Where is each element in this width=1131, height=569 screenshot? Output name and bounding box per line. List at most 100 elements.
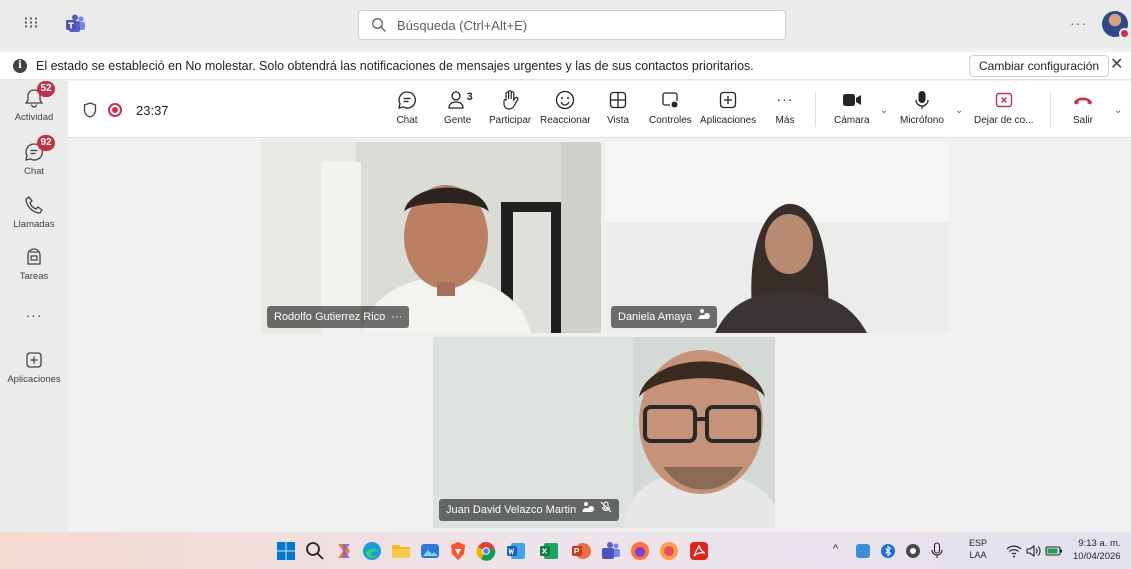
more-actions-button[interactable]: ··· Más xyxy=(774,89,796,126)
rail-item-activity[interactable]: 52 Actividad xyxy=(0,81,68,123)
microphone-button[interactable]: Micrófono xyxy=(900,89,944,126)
camera-button[interactable]: Cámara xyxy=(834,89,870,126)
rail-item-tasks[interactable]: Tareas xyxy=(0,246,68,282)
camera-label: Cámara xyxy=(834,115,870,126)
brave-browser-icon[interactable] xyxy=(447,540,469,562)
close-icon[interactable]: ✕ xyxy=(1110,57,1123,73)
controls-icon xyxy=(659,89,681,111)
tray-app-icon[interactable] xyxy=(855,543,871,559)
apps-button[interactable]: Aplicaciones xyxy=(700,89,756,126)
participant-nameplate: Daniela Amaya xyxy=(611,306,717,328)
apps-label: Aplicaciones xyxy=(700,115,757,126)
leave-button[interactable]: Salir xyxy=(1072,89,1094,126)
more-options-icon[interactable]: ··· xyxy=(391,306,402,328)
hand-icon xyxy=(499,89,521,111)
photos-icon[interactable] xyxy=(419,540,441,562)
raise-hand-button[interactable]: Participar xyxy=(489,89,531,126)
rail-item-calls[interactable]: Llamadas xyxy=(0,194,68,230)
view-button[interactable]: Vista xyxy=(607,89,629,126)
rail-more-button[interactable]: ··· xyxy=(0,307,68,323)
smiley-icon xyxy=(554,89,576,111)
excel-icon[interactable] xyxy=(538,540,560,562)
powerpoint-icon[interactable] xyxy=(570,540,592,562)
teams-logo-icon xyxy=(66,14,85,32)
grid-view-icon xyxy=(607,89,629,111)
camera-options-chevron-icon[interactable]: ⌄ xyxy=(880,105,888,116)
bell-icon: 52 xyxy=(23,81,55,109)
hang-up-icon xyxy=(1072,89,1094,111)
microphone-in-use-icon[interactable] xyxy=(929,542,945,560)
acrobat-icon[interactable] xyxy=(688,540,710,562)
bluetooth-icon[interactable] xyxy=(880,543,896,559)
rail-label-calls: Llamadas xyxy=(13,219,55,230)
chat-bubble-icon xyxy=(396,89,418,111)
show-hidden-icons-icon[interactable]: ^ xyxy=(833,543,838,555)
chat-icon: 92 xyxy=(23,135,55,163)
windows-start-icon[interactable] xyxy=(275,540,297,562)
battery-icon[interactable] xyxy=(1045,543,1063,559)
leave-label: Salir xyxy=(1072,115,1093,126)
app-launcher-icon[interactable]: ⁝⁝⁝ xyxy=(22,15,40,33)
people-count: 3 xyxy=(466,91,473,103)
more-icon: ··· xyxy=(776,91,794,107)
tasks-icon xyxy=(23,246,45,268)
search-icon[interactable] xyxy=(304,540,326,562)
change-settings-button[interactable]: Cambiar configuración xyxy=(969,55,1110,77)
controls-button[interactable]: Controles xyxy=(649,89,692,126)
stop-share-icon xyxy=(993,89,1015,111)
file-explorer-icon[interactable] xyxy=(390,540,412,562)
react-button[interactable]: Reaccionar xyxy=(540,89,591,126)
people-button[interactable]: 3 Gente xyxy=(444,89,473,126)
edge-icon[interactable] xyxy=(361,540,383,562)
messenger-icon[interactable] xyxy=(658,540,680,562)
rail-item-chat[interactable]: 92 Chat xyxy=(0,135,68,177)
leave-options-chevron-icon[interactable]: ⌄ xyxy=(1114,105,1122,116)
microphone-icon xyxy=(911,89,933,111)
input-language-indicator[interactable]: ESP LAA xyxy=(969,537,987,561)
shield-icon[interactable] xyxy=(83,102,97,118)
firefox-icon[interactable] xyxy=(629,540,651,562)
toolbar-divider xyxy=(815,91,816,127)
teams-icon[interactable] xyxy=(600,540,622,562)
organizer-icon xyxy=(582,499,595,521)
word-icon[interactable] xyxy=(505,540,527,562)
video-tile[interactable]: Daniela Amaya xyxy=(605,142,949,333)
settings-more-button[interactable]: ··· xyxy=(1070,15,1087,31)
microphone-options-chevron-icon[interactable]: ⌄ xyxy=(955,105,963,116)
participant-nameplate: Juan David Velazco Martin xyxy=(439,499,620,521)
keyboard-layout: LAA xyxy=(969,550,987,560)
clock-date: 10/04/2026 xyxy=(1073,551,1121,562)
wifi-icon[interactable] xyxy=(1006,543,1022,559)
people-button-label: Gente xyxy=(444,115,472,126)
stop-sharing-button[interactable]: Dejar de co... xyxy=(974,89,1033,126)
copilot-icon[interactable] xyxy=(333,540,355,562)
activity-badge: 52 xyxy=(37,81,55,97)
participant-name: Rodolfo Gutierrez Rico xyxy=(274,311,386,323)
mic-muted-icon xyxy=(600,499,612,521)
controls-label: Controles xyxy=(649,115,692,126)
search-icon xyxy=(372,18,386,32)
video-camera-icon xyxy=(841,89,863,111)
video-tile[interactable]: Rodolfo Gutierrez Rico ··· xyxy=(261,142,601,333)
meeting-timer: 23:37 xyxy=(136,103,169,118)
rail-item-apps[interactable]: Aplicaciones xyxy=(0,349,68,385)
video-tile[interactable]: Juan David Velazco Martin xyxy=(433,337,775,528)
tray-cloud-icon[interactable] xyxy=(905,543,921,559)
search-input[interactable]: Búsqueda (Ctrl+Alt+E) xyxy=(358,10,786,40)
view-label: Vista xyxy=(607,115,630,126)
video-stage: Rodolfo Gutierrez Rico ··· Daniela Amaya xyxy=(68,138,1131,532)
search-placeholder: Búsqueda (Ctrl+Alt+E) xyxy=(397,17,528,33)
recording-icon xyxy=(108,103,122,117)
system-clock[interactable]: 9:13 a. m. 10/04/2026 xyxy=(1073,537,1121,563)
app-rail: 52 Actividad 92 Chat Llamadas Tareas ···… xyxy=(0,81,68,532)
volume-icon[interactable] xyxy=(1025,543,1041,559)
participant-nameplate: Rodolfo Gutierrez Rico ··· xyxy=(267,306,410,328)
participant-video xyxy=(605,142,949,333)
chrome-icon[interactable] xyxy=(475,540,497,562)
add-icon xyxy=(717,89,739,111)
clock-time: 9:13 a. m. xyxy=(1078,538,1121,549)
chat-button[interactable]: Chat xyxy=(396,89,418,126)
profile-avatar[interactable] xyxy=(1102,11,1130,39)
chat-badge: 92 xyxy=(37,135,55,151)
phone-icon xyxy=(23,194,45,216)
